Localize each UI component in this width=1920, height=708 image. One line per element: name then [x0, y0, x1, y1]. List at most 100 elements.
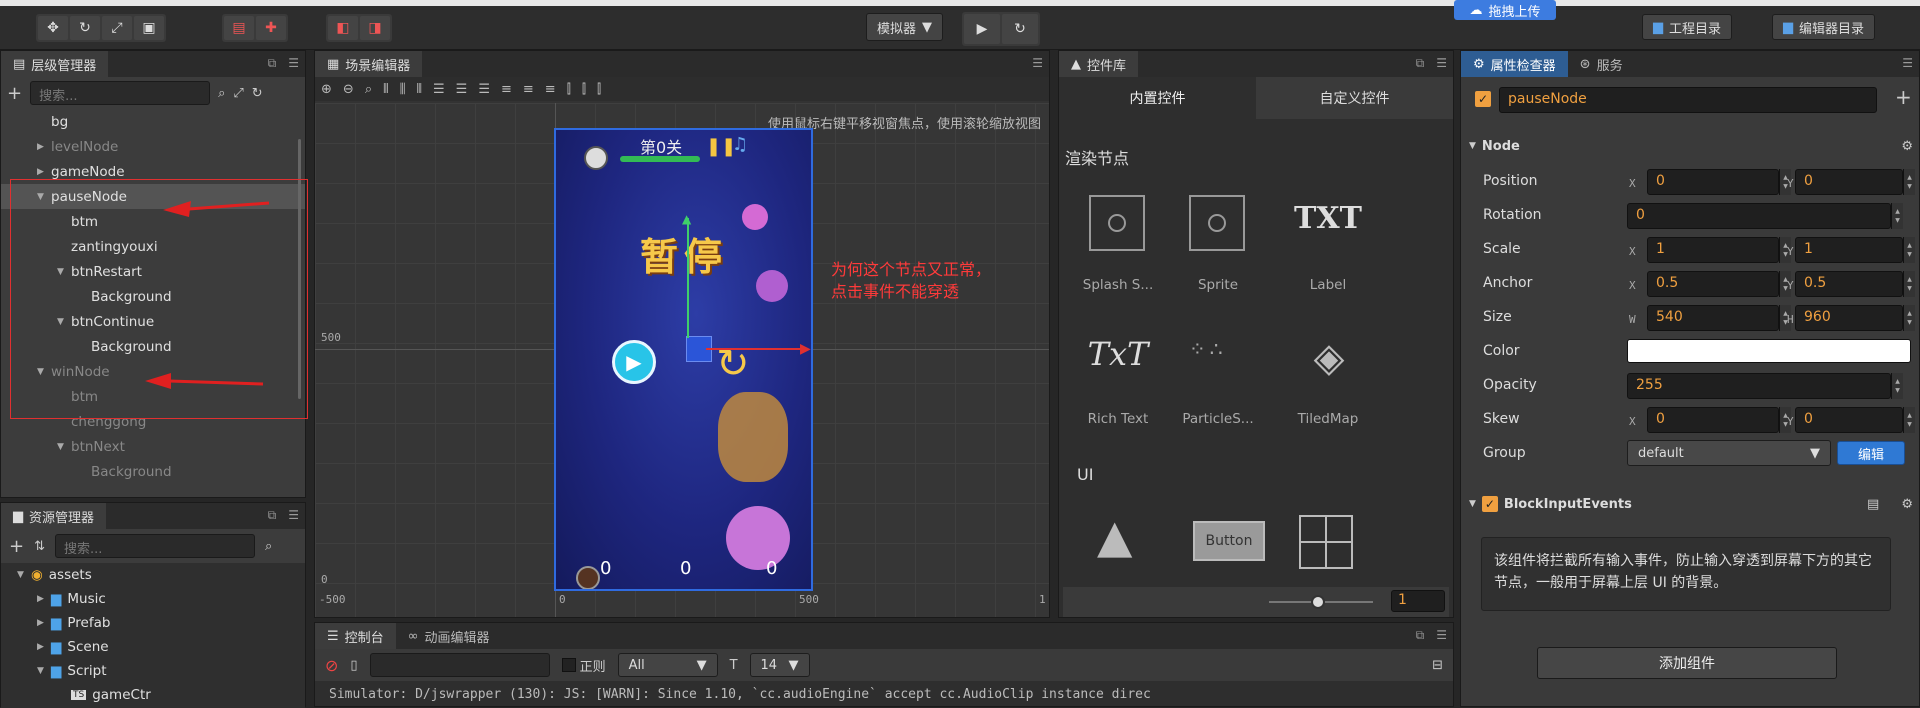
- spin-arrows-icon[interactable]: ▲ ▼: [1903, 407, 1915, 433]
- spin-arrows-icon[interactable]: ▲ ▼: [1903, 271, 1915, 297]
- spin-arrows-icon[interactable]: ▲ ▼: [1891, 203, 1903, 229]
- spin-arrows-icon[interactable]: ▲ ▼: [1903, 237, 1915, 263]
- spin-arrows-icon[interactable]: ▲ ▼: [1903, 305, 1915, 331]
- align-left-icon[interactable]: ⫴: [383, 82, 388, 97]
- position-y-field[interactable]: 0 ▲ ▼: [1795, 169, 1915, 195]
- document-icon[interactable]: ▯: [350, 658, 357, 673]
- service-tab[interactable]: ⊛ 服务: [1567, 51, 1635, 77]
- widget-icon[interactable]: ▲: [1097, 513, 1132, 559]
- regex-checkbox[interactable]: 正则: [561, 656, 606, 675]
- tree-node-row[interactable]: ▼ btnNext: [1, 434, 305, 459]
- global-coord-icon[interactable]: ◨: [360, 16, 390, 40]
- opacity-input[interactable]: 255: [1627, 373, 1891, 399]
- tree-node-row[interactable]: ▶ levelNode: [1, 134, 305, 159]
- block-input-section-header[interactable]: ▼ ✓ BlockInputEvents ▤ ⚙: [1469, 491, 1913, 517]
- button-widget-icon[interactable]: Button: [1193, 521, 1265, 561]
- anchor-y-field[interactable]: 0.5 ▲ ▼: [1795, 271, 1915, 297]
- distribute-right-icon[interactable]: ⫿: [597, 82, 601, 97]
- gear-icon[interactable]: ⚙: [1901, 497, 1913, 512]
- menu-icon[interactable]: ☰: [288, 56, 299, 71]
- move-tool-icon[interactable]: ✥: [38, 16, 68, 40]
- scale-y-input[interactable]: 1: [1795, 237, 1903, 263]
- sprite-icon[interactable]: [1189, 195, 1245, 251]
- y-gizmo-axis[interactable]: [687, 218, 689, 338]
- inspector-tab[interactable]: ⚙ 属性检查器: [1461, 51, 1568, 77]
- color-swatch[interactable]: [1627, 339, 1911, 363]
- anchor-x-field[interactable]: 0.5 ▲ ▼: [1647, 271, 1791, 297]
- hierarchy-search-input[interactable]: 搜索...: [30, 81, 211, 105]
- menu-icon[interactable]: ☰: [1436, 56, 1447, 71]
- popout-icon[interactable]: ⧉: [268, 56, 277, 71]
- assets-tab[interactable]: ▆ 资源管理器: [1, 503, 107, 529]
- expand-arrow-icon[interactable]: ▼: [57, 442, 71, 452]
- hierarchy-tab[interactable]: ▤ 层级管理器: [1, 51, 109, 77]
- anchor-x-input[interactable]: 0.5: [1647, 271, 1779, 297]
- refresh-icon[interactable]: ↻: [252, 86, 263, 101]
- assets-search-input[interactable]: 搜索...: [55, 534, 255, 558]
- log-level-select[interactable]: All ▼: [617, 653, 718, 677]
- editor-dir-button[interactable]: ▆ 编辑器目录: [1772, 14, 1876, 40]
- menu-icon[interactable]: ☰: [288, 508, 299, 523]
- popout-icon[interactable]: ⧉: [1416, 628, 1425, 643]
- zoom-slider-thumb[interactable]: [1311, 595, 1325, 609]
- pivot-center-icon[interactable]: ✚: [256, 16, 286, 40]
- rotate-tool-icon[interactable]: ↻: [70, 16, 100, 40]
- expand-icon[interactable]: ⤢: [233, 86, 243, 101]
- tree-node-row[interactable]: bg: [1, 109, 305, 134]
- refresh-icon[interactable]: ↻: [1002, 14, 1038, 44]
- play-icon[interactable]: ▶: [964, 14, 1000, 44]
- rect-tool-icon[interactable]: ▣: [134, 16, 164, 40]
- zoom-in-icon[interactable]: ⊕: [321, 82, 332, 97]
- popout-icon[interactable]: ⧉: [268, 508, 277, 523]
- asset-row[interactable]: ▼ ▆ Script: [1, 659, 305, 683]
- font-size-select[interactable]: 14 ▼: [749, 653, 810, 677]
- scale-x-field[interactable]: 1 ▲ ▼: [1647, 237, 1791, 263]
- x-gizmo-axis[interactable]: [706, 348, 806, 350]
- distribute-bottom-icon[interactable]: ≡: [545, 82, 556, 97]
- particle-icon[interactable]: ⁘∴: [1189, 337, 1249, 387]
- align-bottom-icon[interactable]: ☰: [478, 82, 490, 97]
- distribute-left-icon[interactable]: ⫿: [567, 82, 571, 97]
- add-node-icon[interactable]: +: [7, 83, 22, 104]
- zoom-out-icon[interactable]: ⊖: [343, 82, 354, 97]
- align-hcenter-icon[interactable]: ⫼: [400, 82, 406, 97]
- component-enabled-checkbox[interactable]: ✓: [1481, 496, 1498, 512]
- menu-icon[interactable]: ☰: [1032, 56, 1043, 70]
- project-dir-button[interactable]: ▆ 工程目录: [1642, 14, 1733, 40]
- asset-row[interactable]: ▶ ▆ Music: [1, 587, 305, 611]
- layout-icon[interactable]: [1299, 515, 1353, 569]
- collapse-icon[interactable]: ⊟: [1432, 658, 1443, 673]
- add-component-button[interactable]: 添加组件: [1537, 647, 1837, 679]
- opacity-field[interactable]: 255 ▲ ▼: [1627, 373, 1903, 399]
- anchor-y-input[interactable]: 0.5: [1795, 271, 1903, 297]
- tree-node-row[interactable]: Background: [1, 459, 305, 484]
- restart-button-icon[interactable]: ↻: [716, 344, 750, 384]
- label-icon[interactable]: TXT: [1283, 201, 1373, 236]
- size-h-input[interactable]: 960: [1795, 305, 1903, 331]
- distribute-vcenter-icon[interactable]: ≡: [523, 82, 534, 97]
- node-name-input[interactable]: pauseNode: [1499, 87, 1877, 113]
- pivot-local-icon[interactable]: ▤: [224, 16, 254, 40]
- game-canvas[interactable]: 第0关 ❚❚ ♫ 暂停 ▶ ↻ ▲ ▶ 0 0 0: [554, 128, 813, 591]
- tiledmap-icon[interactable]: ◈: [1299, 335, 1359, 385]
- align-right-icon[interactable]: ⫴: [417, 82, 422, 97]
- align-top-icon[interactable]: ☰: [433, 82, 445, 97]
- book-icon[interactable]: ▤: [1867, 497, 1879, 512]
- popout-icon[interactable]: ⧉: [1416, 56, 1425, 71]
- expand-arrow-icon[interactable]: ▼: [37, 666, 51, 676]
- collapse-arrow-icon[interactable]: ▶: [37, 594, 51, 604]
- gear-icon[interactable]: ⚙: [1901, 139, 1913, 154]
- widgets-tab[interactable]: ▲ 控件库: [1059, 51, 1139, 77]
- skew-y-input[interactable]: 0: [1795, 407, 1903, 433]
- node-section-header[interactable]: ▼ Node ⚙: [1469, 133, 1913, 159]
- upload-button[interactable]: ☁ 拖拽上传: [1454, 0, 1556, 20]
- spin-arrows-icon[interactable]: ▲ ▼: [1891, 373, 1903, 399]
- scale-tool-icon[interactable]: ⤢: [102, 16, 132, 40]
- size-w-field[interactable]: 540 ▲ ▼: [1647, 305, 1791, 331]
- position-x-input[interactable]: 0: [1647, 169, 1779, 195]
- add-asset-icon[interactable]: +: [9, 536, 24, 557]
- align-vcenter-icon[interactable]: ☰: [456, 82, 468, 97]
- console-filter-input[interactable]: [369, 653, 550, 677]
- simulator-select[interactable]: 模拟器 ▼: [866, 13, 944, 41]
- clear-icon[interactable]: ⊘: [325, 656, 338, 675]
